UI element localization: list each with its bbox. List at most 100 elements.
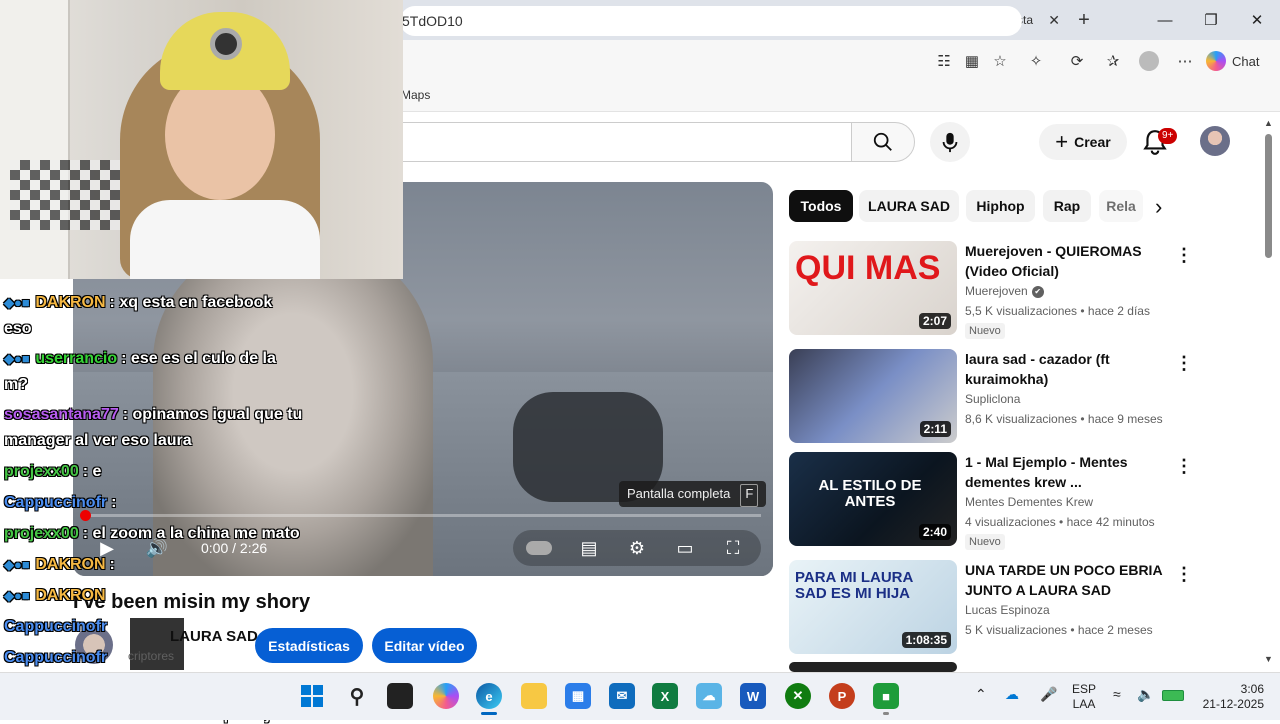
chat-username: Cappuccinofr: [4, 618, 108, 635]
create-button[interactable]: + Crear: [1039, 124, 1127, 160]
scrollbar-thumb[interactable]: [1265, 134, 1272, 258]
new-badge: Nuevo: [965, 323, 1005, 339]
clock-date: 21-12-2025: [1202, 697, 1264, 711]
fullscreen-icon[interactable]: ⛶: [716, 532, 750, 564]
tray-onedrive-icon[interactable]: ☁: [1005, 686, 1019, 703]
translate-icon[interactable]: ☷: [933, 50, 955, 72]
recommended-video-title[interactable]: UNA TARDE UN POCO EBRIA JUNTO A LAURA SA…: [965, 560, 1165, 600]
chat-username: userrancio: [35, 350, 118, 367]
account-avatar[interactable]: [1200, 126, 1230, 156]
more-actions-icon[interactable]: ⋮: [1175, 456, 1193, 477]
recommended-video[interactable]: AL ESTILO DE ANTES 2:40 1 - Mal Ejemplo - …: [789, 452, 1259, 550]
video-thumbnail[interactable]: AL ESTILO DE ANTES 2:40: [789, 452, 957, 546]
clock[interactable]: 3:06 21-12-2025: [1200, 682, 1264, 712]
browser-essentials-icon[interactable]: ⟳: [1066, 50, 1088, 72]
chat-username: DAKRON: [35, 556, 106, 573]
wifi-icon[interactable]: ≈: [1113, 686, 1121, 702]
favorite-star-icon[interactable]: ☆: [989, 50, 1011, 72]
bookmark-maps[interactable]: Maps: [401, 88, 430, 102]
chat-text: :: [109, 556, 115, 573]
recommended-channel-name[interactable]: Muerejoven ✔: [965, 284, 1044, 298]
edit-video-button[interactable]: Editar vídeo: [372, 628, 477, 663]
recommended-video-title[interactable]: laura sad - cazador (ft kuraimokha): [965, 349, 1165, 389]
microsoft-store-icon[interactable]: ▦: [565, 683, 591, 709]
video-duration: 2:11: [919, 421, 951, 437]
tray-mic-icon[interactable]: 🎤: [1040, 686, 1057, 703]
chat-badges-icon: ◆●■: [4, 588, 34, 603]
recommended-video-title[interactable]: Muerejoven - QUIEROMAS (Video Oficial): [965, 241, 1165, 281]
chat-text: : xq esta en facebook: [109, 294, 273, 311]
channel-name-text: Mentes Dementes Krew: [965, 495, 1094, 509]
create-label: Crear: [1074, 134, 1111, 150]
copilot-taskbar-icon[interactable]: [433, 683, 459, 709]
battery-icon[interactable]: [1162, 690, 1184, 701]
chat-message: projexx00: e: [4, 463, 101, 481]
search-button[interactable]: [851, 122, 915, 162]
mail-icon[interactable]: ✉: [609, 683, 635, 709]
more-actions-icon[interactable]: ⋮: [1175, 353, 1193, 374]
chat-badges-icon: ◆●■: [4, 557, 34, 572]
more-actions-icon[interactable]: ⋮: [1175, 564, 1193, 585]
recommended-video[interactable]: QUI MAS 2:07 Muerejoven - QUIEROMAS (Video…: [789, 241, 1259, 339]
tab-close-icon[interactable]: ✕: [1048, 12, 1060, 29]
address-bar[interactable]: 5TdOD10: [400, 6, 1022, 36]
recommended-channel-name[interactable]: Mentes Dementes Krew: [965, 495, 1093, 509]
xbox-icon[interactable]: ✕: [785, 683, 811, 709]
channel-name-text: Muerejoven: [965, 284, 1028, 298]
video-thumbnail[interactable]: QUI MAS 2:07: [789, 241, 957, 335]
chat-message: ◆●■ DAKRON: [4, 587, 110, 605]
video-thumbnail[interactable]: [789, 662, 957, 672]
chat-message: m?: [4, 376, 28, 394]
language-indicator[interactable]: ESP LAA: [1072, 682, 1096, 712]
video-thumbnail[interactable]: 2:11: [789, 349, 957, 443]
profile-avatar-icon[interactable]: [1138, 50, 1160, 72]
photos-icon[interactable]: ☁: [696, 683, 722, 709]
excel-icon[interactable]: X: [652, 683, 678, 709]
speaker-icon[interactable]: 🔈: [1137, 686, 1154, 703]
recommended-video-title[interactable]: 1 - Mal Ejemplo - Mentes dementes krew .…: [965, 452, 1165, 492]
favorites-icon[interactable]: ✰: [1102, 50, 1124, 72]
recommended-channel-name[interactable]: Supliclona: [965, 392, 1020, 406]
voice-search-button[interactable]: [930, 122, 970, 162]
tray-overflow-chevron[interactable]: ⌃: [975, 686, 987, 703]
chevron-right-icon[interactable]: ›: [1155, 194, 1162, 220]
theater-mode-icon[interactable]: ▭: [668, 532, 702, 564]
close-window-button[interactable]: ✕: [1234, 0, 1280, 40]
powerpoint-icon[interactable]: P: [829, 683, 855, 709]
chip-hiphop[interactable]: Hiphop: [966, 190, 1035, 222]
more-actions-icon[interactable]: ⋮: [1175, 245, 1193, 266]
search-input[interactable]: [380, 122, 852, 162]
video-thumbnail[interactable]: PARA MI LAURA SAD ES MI HIJA 1:08:35: [789, 560, 957, 654]
scroll-down-arrow[interactable]: ▼: [1264, 654, 1273, 664]
minimize-button[interactable]: —: [1142, 0, 1188, 40]
thumbnail-text: AL ESTILO DE ANTES: [818, 477, 922, 510]
chip-rap[interactable]: Rap: [1043, 190, 1091, 222]
search-icon: [873, 132, 892, 151]
settings-gear-icon[interactable]: ⚙: [620, 532, 654, 564]
chip-todos[interactable]: Todos: [789, 190, 853, 222]
chat-badges-icon: ◆●■: [4, 295, 34, 310]
recommended-channel-name[interactable]: Lucas Espinoza: [965, 603, 1050, 617]
autoplay-toggle[interactable]: [522, 532, 556, 564]
restore-button[interactable]: ❐: [1188, 0, 1234, 40]
game-app-icon[interactable]: ■: [873, 683, 899, 709]
scroll-up-arrow[interactable]: ▲: [1264, 118, 1273, 128]
apps-icon[interactable]: ▦: [961, 50, 983, 72]
word-icon[interactable]: W: [740, 683, 766, 709]
recommended-video[interactable]: 2:11 laura sad - cazador (ft kuraimokha) S…: [789, 349, 1259, 445]
taskbar-search-icon[interactable]: ⚲: [344, 683, 370, 709]
copilot-icon: [1206, 51, 1226, 71]
new-tab-button[interactable]: +: [1074, 6, 1094, 34]
edge-browser-icon[interactable]: e: [476, 683, 502, 709]
chip-laura-sad[interactable]: LAURA SAD: [859, 190, 959, 222]
task-view-icon[interactable]: [387, 683, 413, 709]
recommended-video[interactable]: [789, 662, 1259, 672]
extensions-icon[interactable]: ✧: [1025, 50, 1047, 72]
chip-rela[interactable]: Rela: [1099, 190, 1143, 222]
more-menu-icon[interactable]: ⋯: [1174, 50, 1196, 72]
recommended-video[interactable]: PARA MI LAURA SAD ES MI HIJA 1:08:35 UNA T…: [789, 560, 1259, 656]
file-explorer-icon[interactable]: [521, 683, 547, 709]
start-button[interactable]: [299, 683, 325, 709]
subtitles-icon[interactable]: ▤: [572, 532, 606, 564]
copilot-chat-button[interactable]: Chat: [1206, 48, 1259, 74]
